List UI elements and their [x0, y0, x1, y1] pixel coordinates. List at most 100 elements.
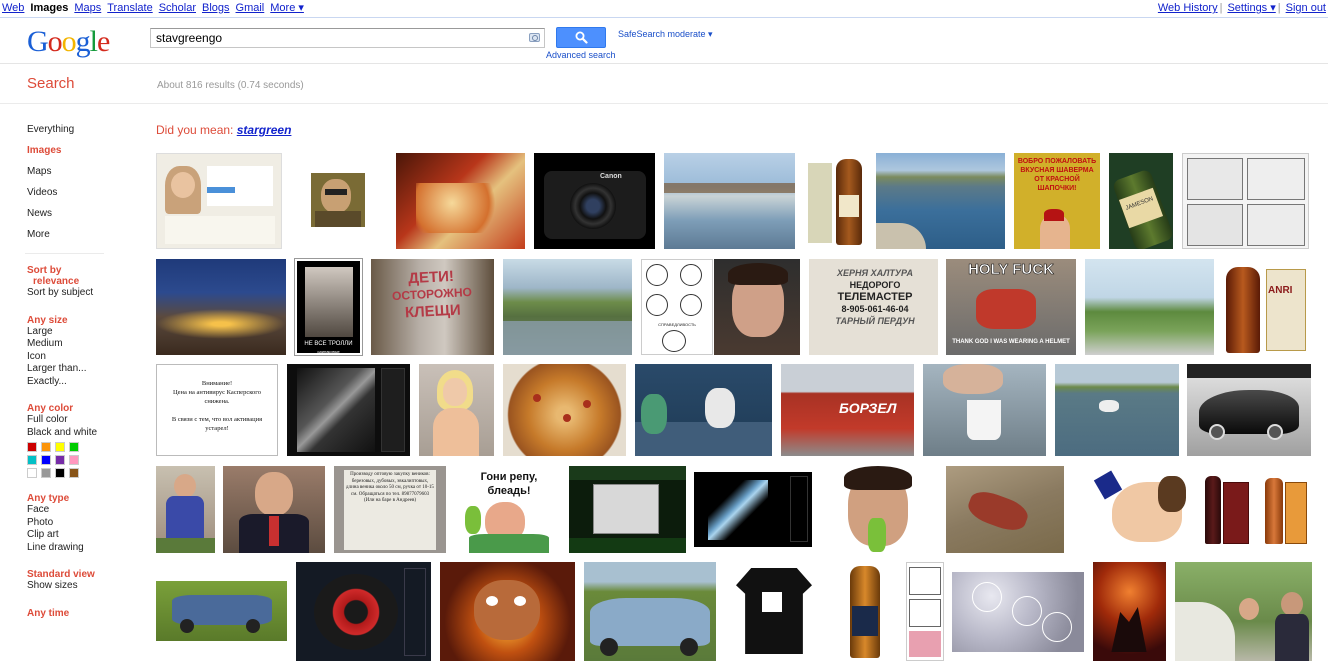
image-result[interactable]: Производу оптовую закупку веников: берез… — [334, 466, 446, 553]
size-option-large[interactable]: Large — [27, 326, 127, 339]
size-option-exactly[interactable]: Exactly... — [27, 376, 127, 389]
image-result[interactable] — [287, 364, 410, 456]
image-result[interactable]: Гони репу, блеадь! — [455, 466, 561, 553]
sort-subject-option[interactable]: Sort by subject — [27, 287, 127, 300]
nav-images-link[interactable]: Images — [30, 2, 68, 14]
size-option-medium[interactable]: Medium — [27, 338, 127, 351]
image-result[interactable] — [952, 572, 1084, 652]
image-result[interactable]: СПРАВЕДЛИВОСТЬ — [641, 259, 713, 355]
image-result[interactable] — [714, 259, 800, 355]
search-input[interactable] — [151, 29, 511, 47]
size-option-largerthan[interactable]: Larger than... — [27, 363, 127, 376]
image-result[interactable] — [569, 466, 686, 553]
settings-link[interactable]: Settings ▾ — [1227, 2, 1275, 14]
image-result[interactable] — [311, 173, 365, 227]
nav-scholar-link[interactable]: Scholar — [159, 2, 196, 14]
view-option-showsizes[interactable]: Show sizes — [27, 580, 127, 593]
color-swatch[interactable] — [27, 455, 37, 465]
color-swatch[interactable] — [41, 455, 51, 465]
size-filter-title[interactable]: Any size — [27, 315, 127, 326]
image-result[interactable] — [156, 466, 215, 553]
leftnav-type-images[interactable]: Images — [27, 144, 127, 165]
image-result[interactable]: Canon — [534, 153, 655, 249]
image-result[interactable] — [1199, 472, 1310, 547]
signout-link[interactable]: Sign out — [1286, 2, 1326, 14]
suggestion-link[interactable]: stargreen — [237, 123, 292, 137]
advanced-search-link[interactable]: Advanced search — [546, 50, 616, 60]
leftnav-type-videos[interactable]: Videos — [27, 186, 127, 207]
image-result[interactable] — [820, 466, 938, 553]
color-filter-title[interactable]: Any color — [27, 403, 127, 414]
type-filter-title[interactable]: Any type — [27, 493, 127, 504]
image-result[interactable] — [906, 562, 944, 661]
view-filter-title[interactable]: Standard view — [27, 569, 127, 580]
time-filter-title[interactable]: Any time — [27, 608, 127, 619]
color-swatch[interactable] — [55, 468, 65, 478]
color-swatch[interactable] — [55, 442, 65, 452]
image-result[interactable]: ДЕТИ! ОСТОРОЖНО КЛЕЩИ — [371, 259, 494, 355]
nav-translate-link[interactable]: Translate — [107, 2, 152, 14]
image-result[interactable] — [584, 562, 716, 661]
image-result[interactable]: ВОБРО ПОЖАЛОВАТЬ ВКУСНАЯ ШАВЕРМА ОТ КРАС… — [1014, 153, 1100, 249]
color-swatch[interactable] — [41, 442, 51, 452]
type-option-photo[interactable]: Photo — [27, 517, 127, 530]
image-result[interactable] — [223, 466, 325, 553]
nav-maps-link[interactable]: Maps — [74, 2, 101, 14]
nav-gmail-link[interactable]: Gmail — [236, 2, 265, 14]
image-result[interactable] — [156, 581, 287, 641]
image-result[interactable]: БОРЗЕЛ — [781, 364, 914, 456]
image-result[interactable] — [1093, 562, 1166, 661]
image-result[interactable]: ANRI — [1222, 259, 1310, 355]
image-result[interactable] — [1072, 466, 1190, 553]
color-swatch[interactable] — [27, 468, 37, 478]
image-result[interactable] — [804, 153, 867, 249]
image-result[interactable] — [296, 562, 431, 661]
image-result[interactable]: HOLY FUCK THANK GOD I WAS WEARING A HELM… — [946, 259, 1076, 355]
image-result[interactable] — [1085, 259, 1214, 355]
nav-web-link[interactable]: Web — [2, 2, 24, 14]
safesearch-toggle[interactable]: SafeSearch moderate ▾ — [618, 29, 713, 40]
image-result[interactable] — [694, 472, 812, 547]
image-result[interactable] — [635, 364, 772, 456]
nav-more-link[interactable]: More ▾ — [270, 2, 304, 14]
image-result[interactable] — [1055, 364, 1179, 456]
color-swatch[interactable] — [69, 455, 79, 465]
webhistory-link[interactable]: Web History — [1158, 2, 1218, 14]
leftnav-type-everything[interactable]: Everything — [27, 123, 127, 144]
type-option-linedrawing[interactable]: Line drawing — [27, 542, 127, 555]
leftnav-type-more[interactable]: More — [27, 228, 127, 249]
image-result[interactable] — [503, 364, 626, 456]
type-option-clipart[interactable]: Clip art — [27, 529, 127, 542]
image-result[interactable] — [1187, 364, 1311, 456]
color-swatch[interactable] — [55, 455, 65, 465]
image-result[interactable] — [1175, 562, 1312, 661]
image-result[interactable] — [156, 153, 282, 249]
search-button[interactable] — [556, 27, 606, 48]
color-option-blackandwhite[interactable]: Black and white — [27, 427, 127, 440]
color-swatch[interactable] — [41, 468, 51, 478]
camera-icon[interactable] — [529, 33, 540, 42]
image-result[interactable] — [923, 364, 1046, 456]
color-swatch[interactable] — [69, 468, 79, 478]
nav-blogs-link[interactable]: Blogs — [202, 2, 230, 14]
size-option-icon[interactable]: Icon — [27, 351, 127, 364]
image-result[interactable] — [440, 562, 575, 661]
image-result[interactable] — [876, 153, 1005, 249]
image-result[interactable] — [832, 562, 899, 661]
image-result[interactable] — [396, 153, 525, 249]
leftnav-type-maps[interactable]: Maps — [27, 165, 127, 186]
image-result[interactable] — [419, 364, 494, 456]
image-result[interactable]: ХЕРНЯ ХАЛТУРА НЕДОРОГО ТЕЛЕМАСТЕР 8-905-061… — [809, 259, 938, 355]
color-option-fullcolor[interactable]: Full color — [27, 414, 127, 427]
leftnav-type-news[interactable]: News — [27, 207, 127, 228]
image-result[interactable] — [1182, 153, 1309, 249]
image-result[interactable]: НЕ ВСЕ ТРОЛЛИ одинаковые — [294, 258, 363, 356]
google-logo[interactable]: Google — [27, 25, 110, 59]
color-swatch[interactable] — [27, 442, 37, 452]
type-option-face[interactable]: Face — [27, 504, 127, 517]
image-result[interactable] — [724, 562, 823, 661]
image-result[interactable]: JAMESON — [1109, 153, 1173, 249]
image-result[interactable] — [503, 259, 632, 355]
image-result[interactable]: Внимание! Цена на антивирус Касперского … — [156, 364, 278, 456]
color-swatch[interactable] — [69, 442, 79, 452]
